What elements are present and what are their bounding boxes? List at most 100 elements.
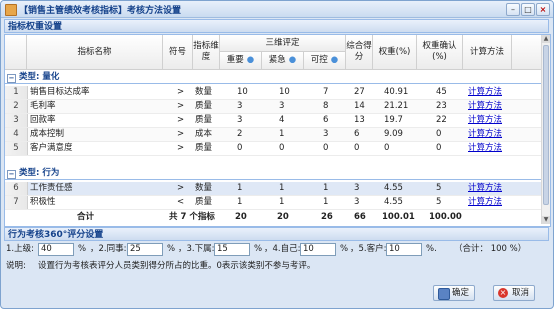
total-row: 合计 共 7 个指标 20 20 26 66 100.01 100.00	[5, 211, 542, 224]
cell-importance: 1	[237, 183, 243, 193]
maximize-button[interactable]: □	[521, 3, 535, 16]
cell-symbol: >	[177, 129, 185, 139]
table-row[interactable]: 5 客户满意度 > 质量 0 0 0 0 0 0 计算方法	[5, 142, 542, 156]
self-input[interactable]: 10	[300, 243, 336, 256]
total-weight: 100.01	[382, 212, 415, 222]
cell-control: 7	[323, 87, 329, 97]
minimize-button[interactable]: –	[506, 3, 520, 16]
header-importance[interactable]: 重要 ●	[220, 52, 262, 70]
client-label: ，5.客户:	[350, 244, 387, 254]
save-icon	[438, 288, 450, 300]
cell-name: 工作责任感	[30, 183, 73, 193]
title-bar[interactable]: 【销售主管绩效考核指标】考核方法设置 – □ ×	[1, 1, 553, 18]
total-importance: 20	[235, 212, 247, 222]
dialog-window: 【销售主管绩效考核指标】考核方法设置 – □ × 指标权重设置 指标名称 符号 …	[0, 0, 554, 309]
cell-dimension: 成本	[195, 129, 213, 139]
header-urgency[interactable]: 紧急 ●	[262, 52, 304, 70]
row-number: 3	[5, 114, 28, 127]
cancel-button[interactable]: × 取消	[493, 285, 536, 301]
cell-name: 客户满意度	[30, 143, 73, 153]
cell-weight: 21.21	[384, 101, 409, 111]
cell-name: 成本控制	[30, 129, 65, 139]
row-number: 7	[5, 196, 28, 209]
method-link[interactable]: 计算方法	[468, 128, 502, 141]
ok-button[interactable]: 确定	[433, 285, 476, 301]
cell-dimension: 质量	[195, 101, 213, 111]
scroll-thumb[interactable]	[543, 45, 549, 205]
cell-importance: 0	[237, 143, 243, 153]
cell-control: 1	[323, 183, 329, 193]
scroll-down-icon[interactable]: ▼	[542, 216, 550, 224]
close-button[interactable]: ×	[536, 3, 550, 16]
cell-weight: 19.7	[384, 115, 403, 125]
header-method[interactable]: 计算方法	[463, 35, 512, 70]
method-link[interactable]: 计算方法	[468, 114, 502, 127]
sum-text: （合计： 100 %）	[454, 244, 527, 254]
table-row[interactable]: 6 工作责任感 > 数量 1 1 1 3 4.55 5 计算方法	[5, 182, 542, 196]
cell-score: 13	[354, 115, 365, 125]
percent-label: %	[78, 244, 87, 254]
table-row[interactable]: 2 毛利率 > 质量 3 3 8 14 21.21 23 计算方法	[5, 100, 542, 114]
table-row[interactable]: 3 回款率 > 质量 3 4 6 13 19.7 22 计算方法	[5, 114, 542, 128]
sort-dot-icon: ●	[330, 55, 339, 65]
header-control-label: 可控	[310, 55, 328, 65]
percent-label: %.	[426, 244, 437, 254]
method-link[interactable]: 计算方法	[468, 182, 502, 195]
total-control: 26	[321, 212, 333, 222]
method-link[interactable]: 计算方法	[468, 142, 502, 155]
weights-section-title: 指标权重设置	[8, 22, 63, 32]
group-label: 类型: 行为	[19, 168, 60, 178]
collapse-icon[interactable]: −	[7, 170, 16, 179]
percent-label: %	[340, 244, 349, 254]
cell-control: 8	[323, 101, 329, 111]
scroll-up-icon[interactable]: ▲	[542, 35, 550, 43]
superior-input[interactable]: 40	[38, 243, 74, 256]
header-weight-confirm[interactable]: 权重确认(%)	[417, 35, 463, 70]
peer-label: ，2.同事:	[90, 244, 127, 254]
row-number: 2	[5, 100, 28, 113]
cell-confirm: 45	[436, 87, 447, 97]
header-symbol[interactable]: 符号	[163, 35, 193, 70]
subordinate-input[interactable]: 15	[214, 243, 250, 256]
cell-symbol: >	[177, 87, 185, 97]
method-link[interactable]: 计算方法	[468, 196, 502, 209]
total-count: 共 7 个指标	[169, 212, 215, 222]
cell-weight: 4.55	[384, 183, 403, 193]
note-text: 设置行为考核表评分人员类别得分所占的比重。0表示该类别不参与考评。	[38, 261, 316, 271]
method-link[interactable]: 计算方法	[468, 86, 502, 99]
eval360-section-title: 行为考核360°评分设置	[8, 230, 104, 240]
header-name[interactable]: 指标名称	[27, 35, 163, 70]
cell-score: 3	[354, 197, 360, 207]
cell-score: 14	[354, 101, 365, 111]
header-weight[interactable]: 权重(%)	[373, 35, 417, 70]
cancel-button-label: 取消	[512, 288, 530, 298]
header-dimension[interactable]: 指标维度	[193, 35, 220, 70]
cell-weight: 40.91	[384, 87, 409, 97]
cell-importance: 3	[237, 101, 243, 111]
percent-label: %	[254, 244, 263, 254]
table-row[interactable]: 4 成本控制 > 成本 2 1 3 6 9.09 0 计算方法	[5, 128, 542, 142]
group-quantitative[interactable]: − 类型: 量化	[5, 71, 542, 84]
header-score[interactable]: 综合得分	[346, 35, 373, 70]
cell-name: 回款率	[30, 115, 56, 125]
total-confirm: 100.00	[429, 212, 462, 222]
indicator-grid: 指标名称 符号 指标维度 三维评定 重要 ● 紧急 ● 可控 ● 综合得分 权重(%)…	[4, 34, 551, 227]
cell-symbol: >	[177, 101, 185, 111]
cell-weight: 0	[384, 143, 390, 153]
table-row[interactable]: 1 销售目标达成率 > 数量 10 10 7 27 40.91 45 计算方法	[5, 86, 542, 100]
peer-input[interactable]: 25	[127, 243, 163, 256]
cell-confirm: 23	[436, 101, 447, 111]
collapse-icon[interactable]: −	[7, 74, 16, 83]
group-behavior[interactable]: − 类型: 行为	[5, 167, 542, 180]
cell-confirm: 0	[436, 129, 442, 139]
header-control[interactable]: 可控 ●	[304, 52, 346, 70]
method-link[interactable]: 计算方法	[468, 100, 502, 113]
cell-confirm: 22	[436, 115, 447, 125]
cell-score: 3	[354, 183, 360, 193]
vertical-scrollbar[interactable]: ▲ ▼	[541, 35, 550, 224]
client-input[interactable]: 10	[386, 243, 422, 256]
self-label: ，4.自己:	[264, 244, 301, 254]
cell-symbol: >	[177, 183, 185, 193]
cell-importance: 3	[237, 115, 243, 125]
table-row[interactable]: 7 积极性 < 质量 1 1 1 3 4.55 5 计算方法	[5, 196, 542, 210]
